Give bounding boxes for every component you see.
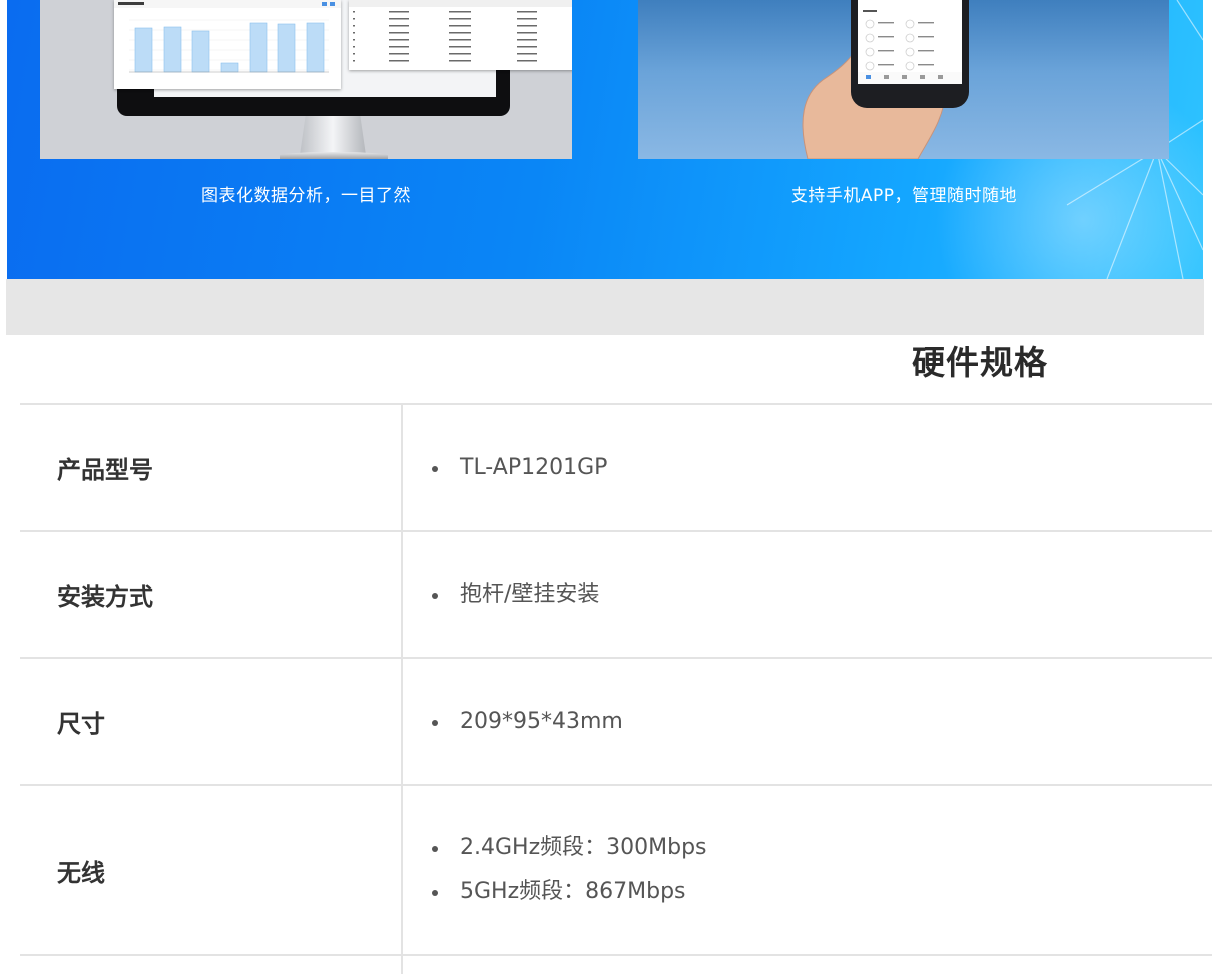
app-screen-thumbnail — [858, 10, 962, 84]
mobile-app-caption: 支持手机APP，管理随时随地 — [790, 186, 1018, 206]
phone-image — [851, 0, 969, 108]
spec-label-next — [20, 956, 403, 974]
spec-row-dimensions: 尺寸 209*95*43mm — [20, 657, 1212, 784]
monitor-stand — [299, 116, 367, 156]
spec-label-dimensions: 尺寸 — [20, 659, 403, 784]
spec-row-wireless: 无线 2.4GHz频段：300Mbps 5GHz频段：867Mbps — [20, 784, 1212, 954]
bar-chart-window — [114, 0, 341, 89]
monitor-image — [114, 0, 572, 116]
analytics-panel — [40, 0, 572, 159]
phone-screen — [858, 0, 962, 84]
feature-banner: 图表化数据分析，一目了然 支持手机APP，管理随时随地 — [7, 0, 1203, 279]
spec-table: 产品型号 TL-AP1201GP 安装方式 抱杆/壁挂安装 尺寸 209*95*… — [20, 403, 1212, 974]
spec-value-dimensions: 209*95*43mm — [431, 700, 1212, 744]
spec-value-wireless-2g: 2.4GHz频段：300Mbps — [431, 826, 1212, 870]
analytics-caption: 图表化数据分析，一目了然 — [201, 186, 411, 206]
monitor-base — [280, 152, 388, 159]
spec-label-installation: 安装方式 — [20, 532, 403, 657]
section-divider-strip — [6, 279, 1204, 335]
spec-values-installation: 抱杆/壁挂安装 — [403, 532, 1212, 657]
spec-label-wireless: 无线 — [20, 786, 403, 954]
spec-values-dimensions: 209*95*43mm — [403, 659, 1212, 784]
spec-label-model: 产品型号 — [20, 405, 403, 530]
spec-values-model: TL-AP1201GP — [403, 405, 1212, 530]
spec-row-installation: 安装方式 抱杆/壁挂安装 — [20, 530, 1212, 657]
monitor-screen — [114, 0, 572, 97]
device-table-window — [349, 0, 572, 70]
bar-chart-thumbnail — [114, 0, 341, 73]
spec-value-installation: 抱杆/壁挂安装 — [431, 573, 1212, 617]
spec-values-next — [403, 956, 1212, 974]
spec-row-model: 产品型号 TL-AP1201GP — [20, 403, 1212, 530]
spec-row-next — [20, 954, 1212, 974]
spec-values-wireless: 2.4GHz频段：300Mbps 5GHz频段：867Mbps — [403, 786, 1212, 954]
spec-value-model: TL-AP1201GP — [431, 446, 1212, 490]
spec-value-wireless-5g: 5GHz频段：867Mbps — [431, 870, 1212, 914]
device-table-thumbnail — [349, 0, 572, 62]
mobile-app-panel — [638, 0, 1169, 159]
spec-section-title: 硬件规格 — [912, 343, 1048, 382]
